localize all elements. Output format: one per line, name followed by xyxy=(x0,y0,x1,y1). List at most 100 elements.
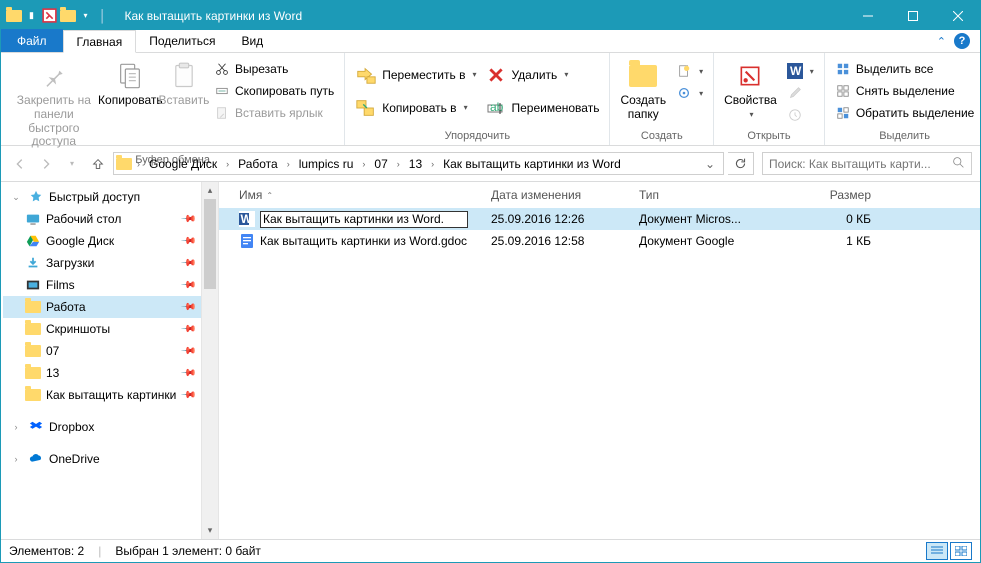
crumb-5[interactable]: Как вытащить картинки из Word xyxy=(439,153,625,174)
selectnone-button[interactable]: Снять выделение xyxy=(831,80,979,102)
scroll-down-icon[interactable]: ▾ xyxy=(202,522,218,539)
search-input[interactable] xyxy=(769,157,947,171)
navpane-scrollbar[interactable]: ▴ ▾ xyxy=(201,182,218,539)
crumb-4[interactable]: 13 xyxy=(405,153,426,174)
chevron-right-icon[interactable]: › xyxy=(394,159,403,169)
navitem-googledrive[interactable]: Google Диск 📌 xyxy=(3,230,218,252)
cut-button[interactable]: Вырезать xyxy=(210,58,338,80)
pin-icon xyxy=(38,60,70,92)
chevron-right-icon[interactable]: › xyxy=(223,159,232,169)
titlebar-separator: │ xyxy=(95,9,111,23)
selectall-label: Выделить все xyxy=(856,62,934,76)
scroll-thumb[interactable] xyxy=(204,199,216,289)
home-tab[interactable]: Главная xyxy=(63,30,137,53)
navitem-07[interactable]: 07 📌 xyxy=(3,340,218,362)
properties-button[interactable]: Свойства ▾ xyxy=(720,58,781,121)
history-button[interactable] xyxy=(783,104,818,126)
newfolder-button[interactable]: Создать папку xyxy=(616,58,670,124)
status-bar: Элементов: 2 | Выбран 1 элемент: 0 байт xyxy=(1,539,980,562)
forward-button[interactable] xyxy=(35,153,57,175)
folder-qat-icon[interactable] xyxy=(59,5,76,27)
file-row[interactable]: Как вытащить картинки из Word.gdoc 25.09… xyxy=(219,230,980,252)
newfolder-label: Создать папку xyxy=(620,94,666,122)
chevron-down-icon[interactable]: ⌄ xyxy=(9,192,23,203)
newitem-button[interactable]: ▾ xyxy=(672,60,707,82)
pasteshortcut-button[interactable]: Вставить ярлык xyxy=(210,102,338,124)
edit-button[interactable] xyxy=(783,82,818,104)
rename-button[interactable]: ab Переименовать xyxy=(482,91,603,124)
crumb-0[interactable]: Google Диск xyxy=(145,153,221,174)
navitem-screenshots[interactable]: Скриншоты 📌 xyxy=(3,318,218,340)
header-type[interactable]: Тип xyxy=(631,182,779,208)
minimize-button[interactable] xyxy=(845,1,890,30)
delete-label: Удалить xyxy=(511,68,557,82)
address-dropdown-icon[interactable]: ⌄ xyxy=(699,157,721,171)
pin-label: Закрепить на панели быстрого доступа xyxy=(11,94,97,149)
share-tab[interactable]: Поделиться xyxy=(136,29,228,52)
help-icon[interactable]: ? xyxy=(954,33,970,49)
easyaccess-button[interactable]: ▾ xyxy=(672,82,707,104)
close-button[interactable] xyxy=(935,1,980,30)
back-button[interactable] xyxy=(9,153,31,175)
navitem-downloads[interactable]: Загрузки 📌 xyxy=(3,252,218,274)
copyto-button[interactable]: Копировать в ▾ xyxy=(351,91,480,124)
file-tab[interactable]: Файл xyxy=(1,29,63,52)
navitem-13[interactable]: 13 📌 xyxy=(3,362,218,384)
address-bar[interactable]: › Google Диск › Работа › lumpics ru › 07… xyxy=(113,152,724,175)
invert-icon xyxy=(835,105,851,121)
navitem-desktop[interactable]: Рабочий стол 📌 xyxy=(3,208,218,230)
chevron-right-icon[interactable]: › xyxy=(9,454,23,464)
desktop-icon xyxy=(25,211,41,227)
file-row[interactable]: W 25.09.2016 12:26 Документ Micros... 0 … xyxy=(219,208,980,230)
chevron-down-icon: ▾ xyxy=(749,110,753,119)
openwith-button[interactable]: W▾ xyxy=(783,60,818,82)
properties-qat-icon[interactable] xyxy=(41,5,58,27)
pin-quickaccess-button[interactable]: Закрепить на панели быстрого доступа xyxy=(7,58,101,151)
maximize-button[interactable] xyxy=(890,1,935,30)
navitem-onedrive[interactable]: › OneDrive xyxy=(3,448,218,470)
view-details-button[interactable] xyxy=(926,542,948,560)
view-tab[interactable]: Вид xyxy=(228,29,276,52)
refresh-button[interactable] xyxy=(728,152,754,175)
navitem-films[interactable]: Films 📌 xyxy=(3,274,218,296)
copypath-button[interactable]: Скопировать путь xyxy=(210,80,338,102)
file-size: 1 КБ xyxy=(779,234,879,248)
navitem-current[interactable]: Как вытащить картинки 📌 xyxy=(3,384,218,406)
folder-icon xyxy=(25,365,41,381)
header-size[interactable]: Размер xyxy=(779,182,879,208)
chevron-right-icon[interactable]: › xyxy=(284,159,293,169)
chevron-right-icon[interactable]: › xyxy=(359,159,368,169)
navitem-label: Google Диск xyxy=(46,234,114,248)
crumb-3[interactable]: 07 xyxy=(370,153,391,174)
qat-dropdown-icon[interactable]: ▾ xyxy=(77,5,94,27)
collapse-ribbon-icon[interactable]: ⌃ xyxy=(937,35,946,48)
rename-input[interactable] xyxy=(260,211,468,228)
navitem-dropbox[interactable]: › Dropbox xyxy=(3,416,218,438)
recent-dropdown[interactable]: ▾ xyxy=(61,153,83,175)
header-date[interactable]: Дата изменения xyxy=(483,182,631,208)
googledrive-icon xyxy=(25,233,41,249)
folder-icon xyxy=(25,387,41,403)
file-list[interactable]: W 25.09.2016 12:26 Документ Micros... 0 … xyxy=(219,208,980,539)
navitem-work[interactable]: Работа 📌 xyxy=(3,296,218,318)
search-box[interactable] xyxy=(762,152,972,175)
folder-icon xyxy=(25,299,41,315)
up-button[interactable] xyxy=(87,153,109,175)
selectall-button[interactable]: Выделить все xyxy=(831,58,979,80)
scissors-icon xyxy=(214,61,230,77)
chevron-right-icon[interactable]: › xyxy=(9,422,23,432)
scroll-up-icon[interactable]: ▴ xyxy=(202,182,218,199)
chevron-right-icon[interactable]: › xyxy=(134,159,143,169)
moveto-button[interactable]: Переместить в ▾ xyxy=(351,58,480,91)
paste-button[interactable]: Вставить xyxy=(160,58,208,110)
crumb-2[interactable]: lumpics ru xyxy=(295,153,358,174)
header-name[interactable]: Имя⌃ xyxy=(219,182,483,208)
crumb-1[interactable]: Работа xyxy=(234,153,282,174)
navitem-quickaccess[interactable]: ⌄ Быстрый доступ xyxy=(3,186,218,208)
view-icons-button[interactable] xyxy=(950,542,972,560)
delete-button[interactable]: Удалить ▾ xyxy=(482,58,603,91)
copy-button[interactable]: Копировать xyxy=(103,58,158,110)
chevron-right-icon[interactable]: › xyxy=(428,159,437,169)
invert-button[interactable]: Обратить выделение xyxy=(831,102,979,124)
column-headers: Имя⌃ Дата изменения Тип Размер xyxy=(219,182,980,208)
